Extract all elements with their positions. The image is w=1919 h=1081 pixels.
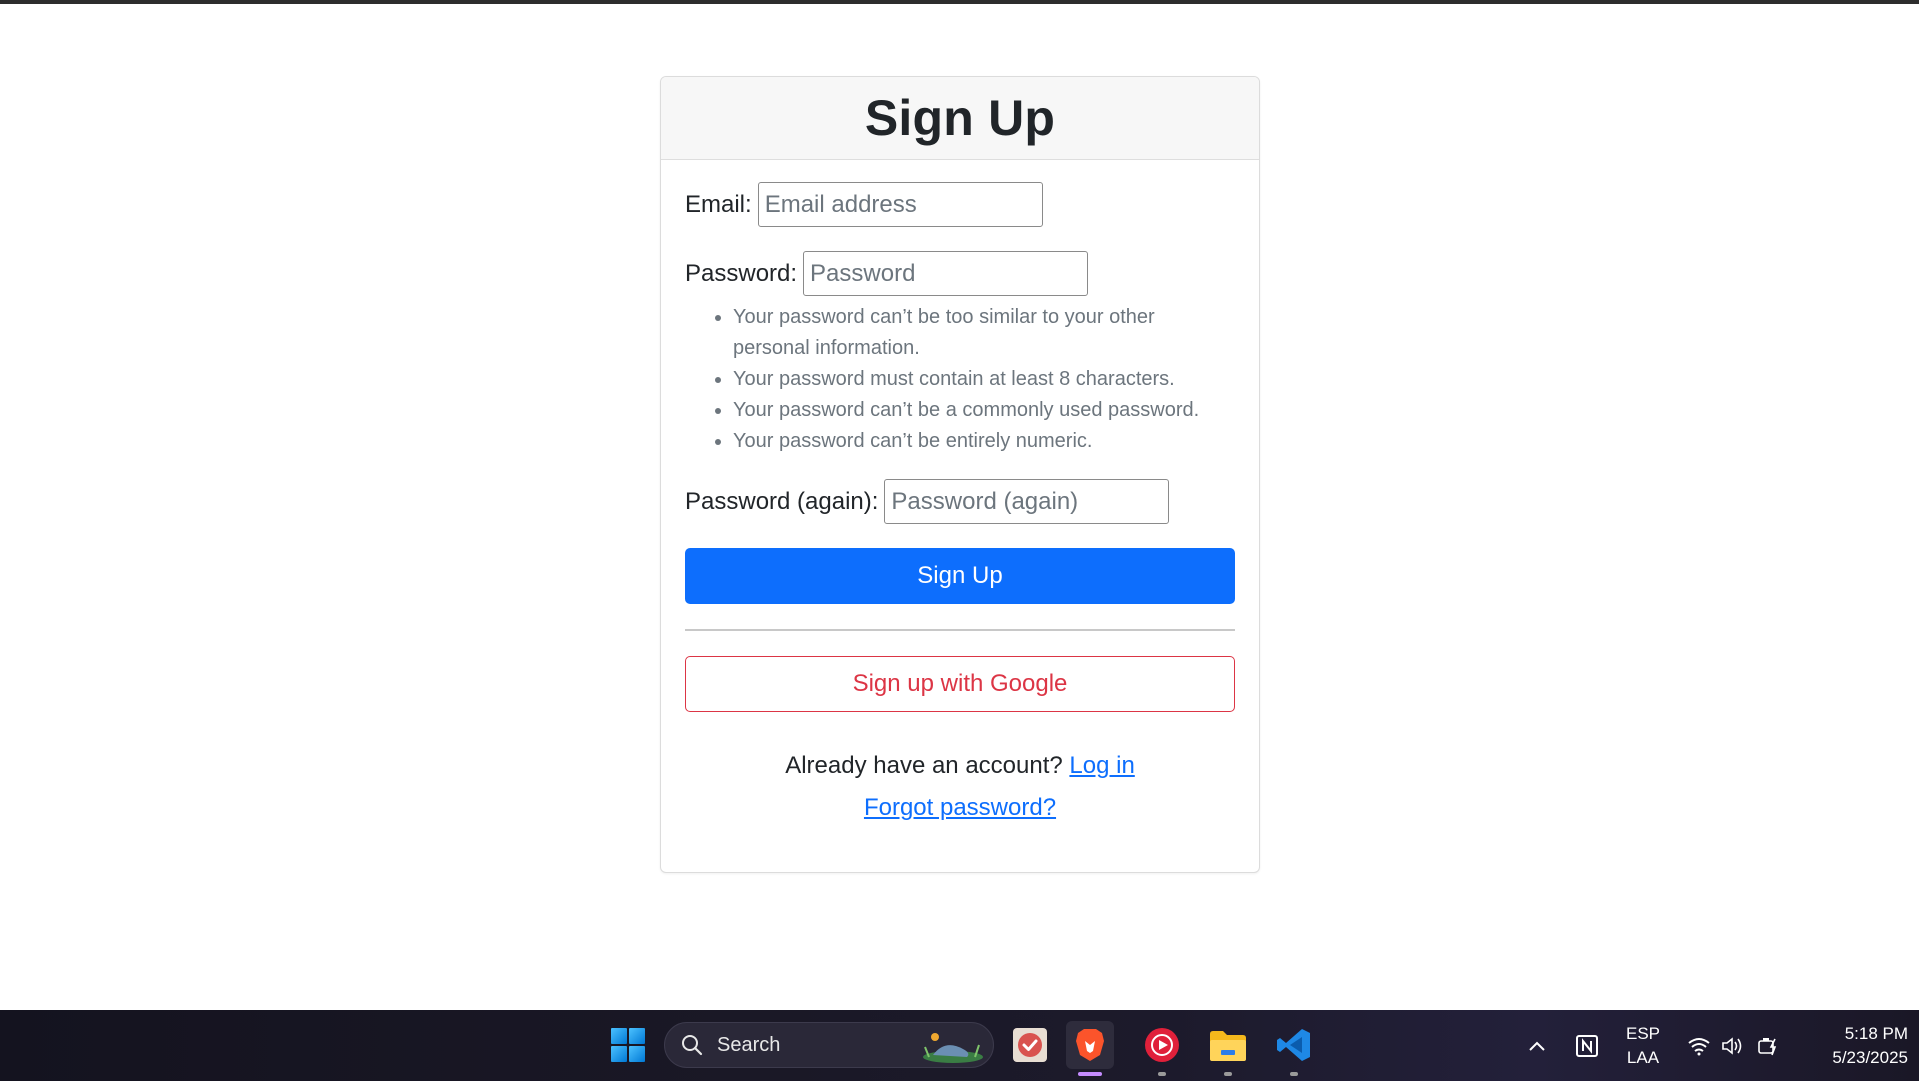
chevron-up-icon <box>1529 1041 1545 1051</box>
volume-button[interactable] <box>1718 1010 1748 1081</box>
page-title: Sign Up <box>864 90 1056 146</box>
battery-charging-icon <box>1758 1037 1777 1055</box>
volume-icon <box>1722 1036 1742 1055</box>
music-player-button[interactable] <box>1138 1021 1186 1076</box>
email-row: Email: <box>685 182 1235 227</box>
signup-card: Sign Up Email: Password: Your password c… <box>660 76 1260 873</box>
search-label: Search <box>717 1033 781 1056</box>
todo-icon <box>1013 1028 1047 1062</box>
search-highlight-icon <box>923 1033 983 1063</box>
music-player-icon <box>1145 1028 1179 1062</box>
divider <box>685 629 1235 631</box>
notion-tray-button[interactable] <box>1570 1010 1604 1081</box>
language-indicator[interactable]: ESP LAA <box>1618 1010 1668 1081</box>
show-hidden-icons-button[interactable] <box>1520 1010 1554 1081</box>
password-help-list: Your password can’t be too similar to yo… <box>733 302 1235 457</box>
password-help-item: Your password must contain at least 8 ch… <box>733 364 1235 395</box>
google-sign-up-button[interactable]: Sign up with Google <box>685 656 1235 712</box>
forgot-password-link[interactable]: Forgot password? <box>864 794 1056 821</box>
keyboard-layout: LAA <box>1626 1047 1660 1067</box>
clock-date: 5/23/2025 <box>1832 1047 1908 1067</box>
email-label: Email: <box>685 190 752 218</box>
language-code: ESP <box>1625 1023 1661 1043</box>
email-field[interactable] <box>757 182 1043 227</box>
running-app-indicator <box>1158 1072 1166 1076</box>
notion-icon <box>1576 1034 1598 1057</box>
password-label: Password: <box>685 259 798 287</box>
todo-app-button[interactable] <box>1006 1021 1054 1069</box>
battery-button[interactable] <box>1754 1010 1784 1081</box>
login-link[interactable]: Log in <box>1069 752 1134 779</box>
password-help-item: Your password can’t be entirely numeric. <box>733 426 1235 457</box>
login-prompt-text: Already have an account? <box>785 752 1063 779</box>
password-again-row: Password (again): <box>685 479 1235 524</box>
taskbar: Search ESP LAA 5:18 PM 5/23/2025 <box>0 1010 1919 1081</box>
clock-time: 5:18 PM <box>1844 1023 1908 1043</box>
vscode-icon <box>1277 1029 1310 1061</box>
forgot-row: Forgot password? <box>685 794 1235 822</box>
brave-browser-icon <box>1076 1029 1104 1061</box>
brave-browser-button[interactable] <box>1066 1021 1114 1076</box>
vscode-button[interactable] <box>1270 1021 1318 1076</box>
sign-up-button[interactable]: Sign Up <box>685 548 1235 604</box>
password-field[interactable] <box>803 251 1089 296</box>
password-row: Password: <box>685 251 1235 296</box>
card-header: Sign Up <box>661 77 1259 160</box>
windows-start-button[interactable] <box>604 1021 652 1069</box>
login-prompt-row: Already have an account? Log in <box>685 752 1235 780</box>
windows-start-icon <box>611 1028 645 1062</box>
card-body: Email: Password: Your password can’t be … <box>661 160 1259 822</box>
active-app-indicator <box>1078 1072 1102 1076</box>
running-app-indicator <box>1290 1072 1298 1076</box>
file-explorer-button[interactable] <box>1204 1021 1252 1076</box>
running-app-indicator <box>1224 1072 1232 1076</box>
clock[interactable]: 5:18 PM 5/23/2025 <box>1790 1010 1908 1081</box>
file-explorer-icon <box>1210 1031 1246 1061</box>
wifi-button[interactable] <box>1684 1010 1714 1081</box>
password-again-field[interactable] <box>884 479 1170 524</box>
page-viewport: Sign Up Email: Password: Your password c… <box>0 4 1919 1010</box>
password-again-label: Password (again): <box>685 487 879 515</box>
taskbar-search[interactable]: Search <box>664 1022 994 1068</box>
password-help-item: Your password can’t be too similar to yo… <box>733 302 1235 364</box>
password-help-item: Your password can’t be a commonly used p… <box>733 395 1235 426</box>
wifi-icon <box>1688 1037 1710 1055</box>
search-icon <box>682 1035 703 1056</box>
